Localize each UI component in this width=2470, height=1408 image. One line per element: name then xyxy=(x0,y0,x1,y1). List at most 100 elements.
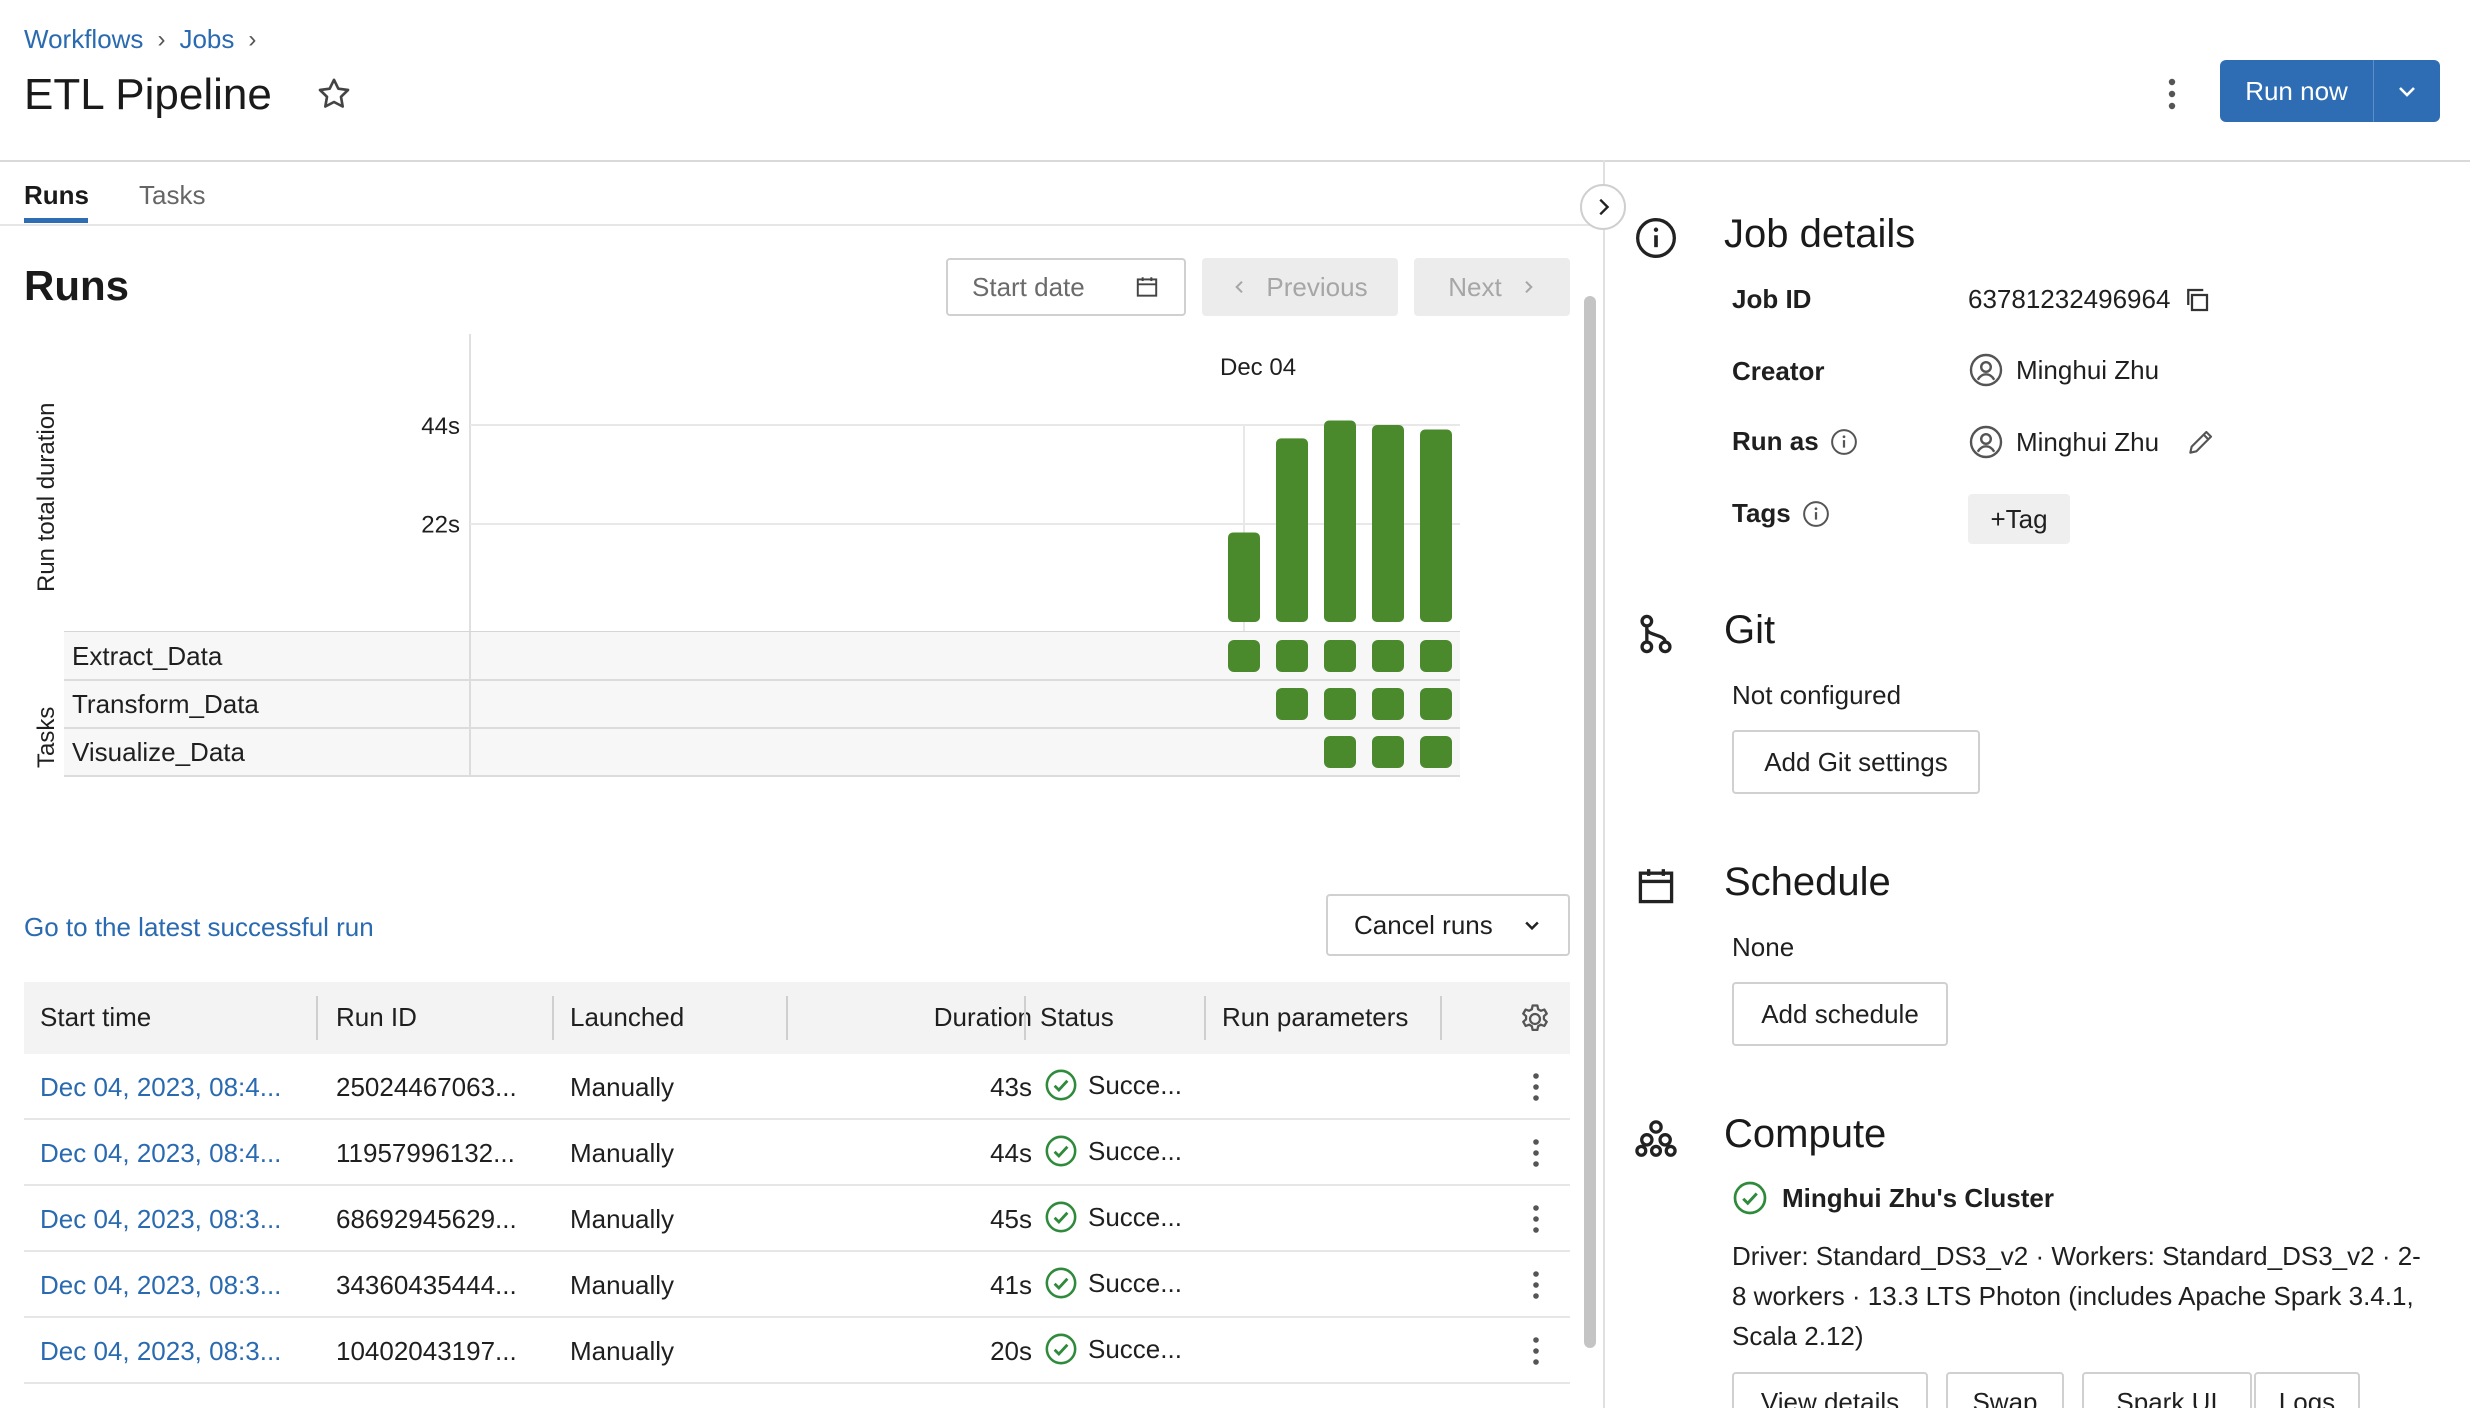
copy-icon[interactable] xyxy=(2182,285,2212,315)
tasks-axis-label: Tasks xyxy=(33,707,60,768)
breadcrumb: Workflows › Jobs › xyxy=(24,24,256,55)
more-options-icon[interactable] xyxy=(2160,76,2184,112)
column-divider xyxy=(1440,996,1442,1040)
duration-bar[interactable] xyxy=(1276,438,1308,622)
task-run-cell[interactable] xyxy=(1372,688,1404,720)
next-button[interactable]: Next xyxy=(1414,258,1570,316)
duration-bar[interactable] xyxy=(1228,532,1260,622)
collapse-panel-button[interactable] xyxy=(1580,184,1626,230)
task-run-cell[interactable] xyxy=(1372,640,1404,672)
chevron-left-icon xyxy=(1235,280,1244,294)
previous-button[interactable]: Previous xyxy=(1202,258,1398,316)
git-status: Not configured xyxy=(1732,680,1902,710)
cluster-name-text: Minghui Zhu's Cluster xyxy=(1782,1182,2054,1213)
task-run-cell[interactable] xyxy=(1324,688,1356,720)
tab-tasks[interactable]: Tasks xyxy=(139,180,205,211)
row-more-options-icon[interactable] xyxy=(1526,1268,1546,1302)
duration-bar[interactable] xyxy=(1420,429,1452,622)
info-icon[interactable] xyxy=(1829,427,1859,457)
task-run-cell[interactable] xyxy=(1324,736,1356,768)
column-status[interactable]: Status xyxy=(1040,1002,1114,1033)
table-header: Start time Run ID Launched Duration Stat… xyxy=(24,982,1570,1054)
logs-button[interactable]: Logs xyxy=(2254,1372,2360,1408)
task-run-cell[interactable] xyxy=(1420,640,1452,672)
git-icon xyxy=(1640,614,1672,654)
task-label: Visualize_Data xyxy=(72,737,246,767)
spark-ui-button[interactable]: Spark UI xyxy=(2082,1372,2252,1408)
task-run-cell[interactable] xyxy=(1420,736,1452,768)
info-icon[interactable] xyxy=(1801,499,1831,529)
scrollbar[interactable] xyxy=(1584,296,1596,1348)
edit-pencil-icon[interactable] xyxy=(2185,426,2217,458)
run-start-time-link[interactable]: Dec 04, 2023, 08:3... xyxy=(40,1204,281,1235)
run-start-time-link[interactable]: Dec 04, 2023, 08:4... xyxy=(40,1138,281,1169)
breadcrumb-jobs[interactable]: Jobs xyxy=(179,24,234,55)
table-row[interactable]: Dec 04, 2023, 08:3... 34360435444... Manua… xyxy=(24,1252,1570,1318)
swap-button[interactable]: Swap xyxy=(1946,1372,2064,1408)
column-divider xyxy=(552,996,554,1040)
star-icon[interactable] xyxy=(314,74,354,114)
run-status: Succe... xyxy=(1044,1266,1182,1300)
run-start-time-link[interactable]: Dec 04, 2023, 08:3... xyxy=(40,1336,281,1367)
run-options-dropdown[interactable] xyxy=(2374,60,2440,122)
run-launched: Manually xyxy=(570,1138,675,1168)
latest-successful-run-link[interactable]: Go to the latest successful run xyxy=(24,912,374,943)
date-label: Dec 04 xyxy=(1220,354,1296,381)
task-run-cell[interactable] xyxy=(1228,640,1260,672)
check-circle-icon xyxy=(1045,1201,1077,1233)
chevron-down-icon xyxy=(1525,921,1539,931)
duration-bar[interactable] xyxy=(1324,420,1356,622)
run-start-time-link[interactable]: Dec 04, 2023, 08:4... xyxy=(40,1072,281,1103)
table-row[interactable]: Dec 04, 2023, 08:3... 10402043197... Manua… xyxy=(24,1318,1570,1384)
add-git-settings-button[interactable]: Add Git settings xyxy=(1732,730,1980,794)
task-run-cell[interactable] xyxy=(1276,640,1308,672)
cancel-runs-button[interactable]: Cancel runs xyxy=(1326,894,1570,956)
run-id: 10402043197... xyxy=(336,1336,517,1366)
runs-duration-chart: Run total duration Tasks Dec 04 44s 22s Ex… xyxy=(33,334,1460,777)
column-divider xyxy=(786,996,788,1040)
row-more-options-icon[interactable] xyxy=(1526,1070,1546,1104)
user-avatar-icon xyxy=(1969,425,2003,459)
start-date-input[interactable]: Start date xyxy=(946,258,1186,316)
add-tag-button[interactable]: +Tag xyxy=(1968,494,2070,544)
run-id: 11957996132... xyxy=(336,1138,515,1168)
cluster-name[interactable]: Minghui Zhu's Cluster xyxy=(1732,1180,2054,1216)
settings-gear-icon[interactable] xyxy=(1518,1002,1552,1036)
column-start-time[interactable]: Start time xyxy=(40,1002,151,1033)
task-run-cell[interactable] xyxy=(1420,688,1452,720)
view-details-button[interactable]: View details xyxy=(1732,1372,1928,1408)
column-duration[interactable]: Duration xyxy=(934,1002,1032,1033)
column-divider xyxy=(1204,996,1206,1040)
task-run-cell[interactable] xyxy=(1372,736,1404,768)
table-row[interactable]: Dec 04, 2023, 08:3... 68692945629... Manua… xyxy=(24,1186,1570,1252)
column-launched[interactable]: Launched xyxy=(570,1002,684,1033)
run-now-label[interactable]: Run now xyxy=(2220,60,2374,122)
panel-divider xyxy=(1603,160,1605,1408)
column-divider xyxy=(316,996,318,1040)
row-more-options-icon[interactable] xyxy=(1526,1202,1546,1236)
column-run-parameters[interactable]: Run parameters xyxy=(1222,1002,1408,1033)
run-id: 25024467063... xyxy=(336,1072,517,1102)
run-duration: 45s xyxy=(990,1204,1032,1234)
run-status-text: Succe... xyxy=(1088,1333,1182,1364)
add-schedule-button[interactable]: Add schedule xyxy=(1732,982,1948,1046)
schedule-status: None xyxy=(1732,932,1795,962)
schedule-title: Schedule xyxy=(1724,860,1891,904)
table-row[interactable]: Dec 04, 2023, 08:4... 11957996132... Manua… xyxy=(24,1120,1570,1186)
tags-label-text: Tags xyxy=(1732,498,1791,528)
tabs-divider xyxy=(0,224,1604,226)
duration-bar[interactable] xyxy=(1372,425,1404,622)
row-more-options-icon[interactable] xyxy=(1526,1136,1546,1170)
run-now-button[interactable]: Run now xyxy=(2220,60,2440,122)
table-row[interactable]: Dec 04, 2023, 08:4... 25024467063... Manua… xyxy=(24,1054,1570,1120)
y-axis-label: Run total duration xyxy=(33,403,60,592)
tab-runs[interactable]: Runs xyxy=(24,180,89,211)
breadcrumb-workflows[interactable]: Workflows xyxy=(24,24,143,55)
creator-name: Minghui Zhu xyxy=(2016,354,2160,385)
run-start-time-link[interactable]: Dec 04, 2023, 08:3... xyxy=(40,1270,281,1301)
calendar-icon xyxy=(1638,869,1674,904)
task-run-cell[interactable] xyxy=(1324,640,1356,672)
column-run-id[interactable]: Run ID xyxy=(336,1002,417,1033)
task-run-cell[interactable] xyxy=(1276,688,1308,720)
row-more-options-icon[interactable] xyxy=(1526,1334,1546,1368)
